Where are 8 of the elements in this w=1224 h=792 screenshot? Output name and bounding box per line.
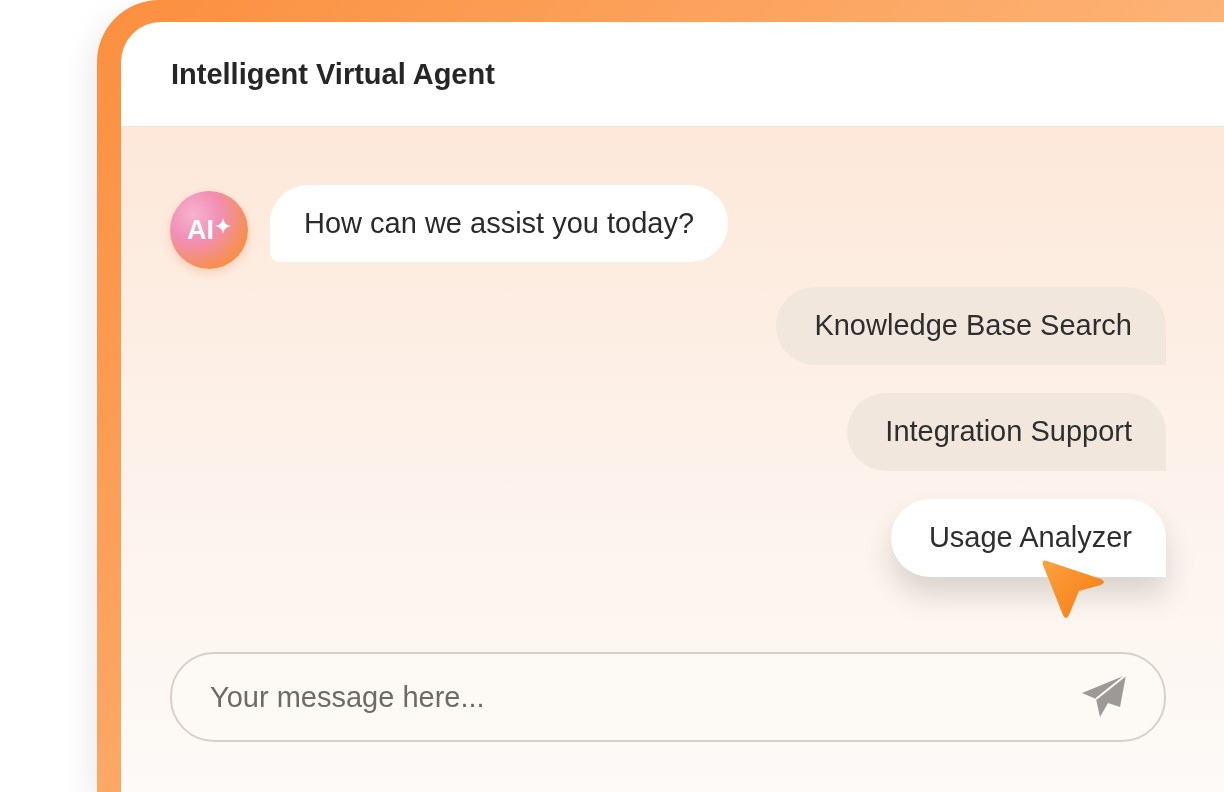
message-field[interactable]: Your message here... xyxy=(170,652,1166,742)
avatar-label: AI xyxy=(187,214,214,246)
agent-message: How can we assist you today? xyxy=(270,185,729,262)
option-chip[interactable]: Knowledge Base Search xyxy=(776,287,1166,365)
send-button[interactable] xyxy=(1080,673,1128,719)
window-title: Intelligent Virtual Agent xyxy=(171,57,495,91)
sparkle-icon xyxy=(215,218,231,234)
option-chip[interactable]: Integration Support xyxy=(847,393,1166,471)
